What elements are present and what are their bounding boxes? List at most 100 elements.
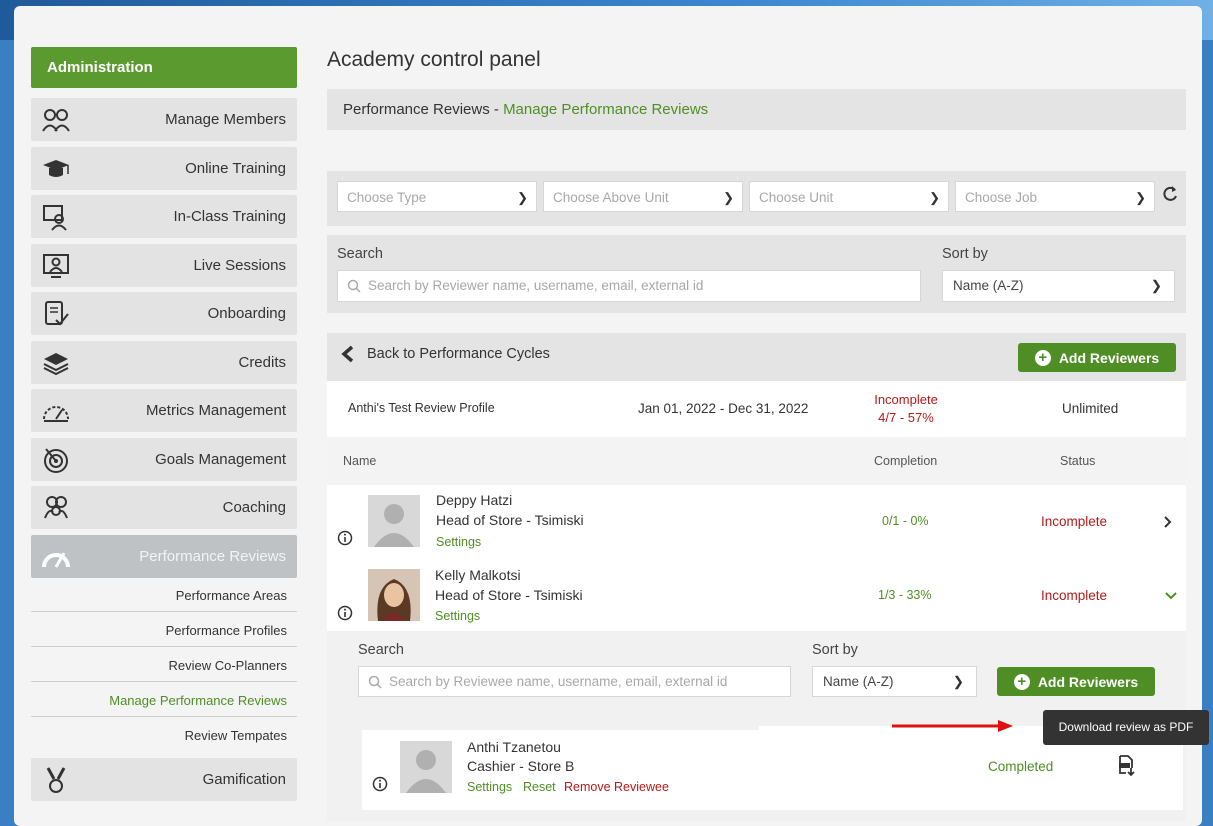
layers-icon: [43, 352, 69, 375]
settings-link[interactable]: Settings: [435, 609, 480, 623]
sidebar-item-label: Manage Members: [165, 111, 286, 128]
add-reviewees-button[interactable]: + Add Reviewers: [997, 667, 1155, 696]
page-title: Academy control panel: [327, 48, 541, 71]
group-icon: [44, 495, 68, 518]
reviewer-role: Head of Store - Tsimiski: [436, 512, 584, 528]
target-icon: [44, 447, 68, 473]
annotation-arrow: [892, 720, 1013, 732]
reviewee-search-placeholder: Search by Reviewee name, username, email…: [389, 674, 728, 689]
sub-item-performance-profiles[interactable]: Performance Profiles: [31, 614, 297, 647]
type-select[interactable]: Choose Type ❯: [337, 181, 537, 212]
table-header: Name Completion Status: [327, 437, 1186, 485]
reviewee-reset-link[interactable]: Reset: [523, 780, 556, 794]
reviewee-remove-link[interactable]: Remove Reviewee: [564, 780, 669, 794]
sidebar-item-label: Live Sessions: [193, 257, 286, 274]
profile-summary-row: Anthi's Test Review Profile Jan 01, 2022…: [327, 381, 1186, 437]
cycle-status: Incomplete: [874, 392, 938, 407]
unit-select[interactable]: Choose Unit ❯: [749, 181, 949, 212]
chevron-down-icon: ❯: [952, 674, 964, 689]
refresh-icon[interactable]: [1161, 185, 1179, 203]
reviewee-settings-link[interactable]: Settings: [467, 780, 512, 794]
table-row[interactable]: Kelly Malkotsi Head of Store - Tsimiski …: [327, 559, 1186, 631]
above-unit-select-placeholder: Choose Above Unit: [553, 190, 669, 205]
reviewer-role: Head of Store - Tsimiski: [435, 587, 583, 603]
cycle-limit: Unlimited: [1062, 401, 1119, 416]
plus-circle-icon: +: [1013, 673, 1030, 690]
reviewee-status: Completed: [988, 759, 1054, 774]
info-icon[interactable]: [337, 530, 353, 546]
sidebar-item-online-training[interactable]: Online Training: [31, 147, 297, 190]
sidebar-item-label: Credits: [238, 354, 286, 371]
reviewee-search-input[interactable]: Search by Reviewee name, username, email…: [358, 666, 791, 697]
add-reviewees-label: Add Reviewers: [1037, 673, 1139, 690]
sub-item-performance-areas[interactable]: Performance Areas: [31, 579, 297, 612]
sidebar-item-label: Goals Management: [155, 451, 286, 468]
chevron-down-icon[interactable]: [1164, 591, 1178, 601]
sidebar-item-goals-management[interactable]: Goals Management: [31, 438, 297, 481]
column-completion: Completion: [874, 454, 938, 468]
column-name: Name: [343, 454, 377, 468]
chevron-down-icon: ❯: [1150, 278, 1162, 293]
avatar: [368, 495, 420, 547]
members-icon: [42, 108, 70, 132]
sidebar-header: Administration: [31, 47, 297, 88]
breadcrumb-prefix: Performance Reviews -: [343, 101, 504, 118]
reviewee-name: Anthi Tzanetou: [467, 739, 561, 755]
download-pdf-tooltip: Download review as PDF: [1043, 710, 1209, 745]
info-icon[interactable]: [337, 605, 353, 621]
sidebar-item-label: In-Class Training: [173, 208, 286, 225]
sidebar-item-live-sessions[interactable]: Live Sessions: [31, 244, 297, 287]
chevron-down-icon: ❯: [1135, 190, 1146, 205]
sort-select[interactable]: Name (A-Z) ❯: [942, 270, 1175, 302]
sidebar-item-coaching[interactable]: Coaching: [31, 486, 297, 529]
reviewer-search-panel: Search Search by Reviewer name, username…: [327, 235, 1186, 313]
add-reviewers-button[interactable]: + Add Reviewers: [1018, 343, 1176, 372]
reviewer-search-input[interactable]: Search by Reviewer name, username, email…: [337, 270, 921, 302]
sidebar-item-credits[interactable]: Credits: [31, 341, 297, 384]
sidebar-item-onboarding[interactable]: Onboarding: [31, 292, 297, 335]
sidebar-item-label: Performance Reviews: [139, 548, 286, 565]
sidebar-item-manage-members[interactable]: Manage Members: [31, 98, 297, 141]
chevron-down-icon: ❯: [723, 190, 734, 205]
back-label: Back to Performance Cycles: [367, 346, 550, 362]
reviewee-role: Cashier - Store B: [467, 758, 575, 774]
search-icon: [347, 279, 361, 293]
avatar-photo: [368, 569, 420, 621]
breadcrumb-link[interactable]: Manage Performance Reviews: [503, 101, 708, 118]
sort-label: Sort by: [942, 246, 988, 262]
sub-item-manage-performance-reviews[interactable]: Manage Performance Reviews: [31, 684, 297, 717]
reviewee-sort-label: Sort by: [812, 642, 858, 658]
sidebar-item-label: Metrics Management: [145, 402, 286, 419]
sidebar-item-gamification[interactable]: Gamification: [31, 758, 297, 801]
info-icon[interactable]: [372, 776, 388, 792]
sidebar-item-label: Gamification: [202, 771, 286, 788]
checklist-icon: [45, 300, 69, 325]
sidebar-item-metrics-management[interactable]: Metrics Management: [31, 389, 297, 432]
chevron-down-icon: ❯: [517, 190, 528, 205]
table-row[interactable]: Deppy Hatzi Head of Store - Tsimiski Set…: [327, 485, 1186, 560]
cycle-progress: 4/7 - 57%: [878, 410, 934, 425]
reviewee-sort-select[interactable]: Name (A-Z) ❯: [812, 666, 977, 697]
reviewee-sort-value: Name (A-Z): [823, 674, 894, 689]
settings-link[interactable]: Settings: [436, 535, 481, 549]
reviewer-completion: 1/3 - 33%: [878, 588, 932, 602]
sidebar-item-in-class-training[interactable]: In-Class Training: [31, 195, 297, 238]
job-select-placeholder: Choose Job: [965, 190, 1038, 205]
reviewer-search-placeholder: Search by Reviewer name, username, email…: [368, 278, 704, 293]
sub-item-review-templates[interactable]: Review Tempates: [31, 719, 297, 752]
search-label: Search: [337, 246, 383, 262]
job-select[interactable]: Choose Job ❯: [955, 181, 1155, 212]
sidebar-item-performance-reviews[interactable]: Performance Reviews: [31, 535, 297, 578]
sub-item-review-co-planners[interactable]: Review Co-Planners: [31, 649, 297, 682]
above-unit-select[interactable]: Choose Above Unit ❯: [543, 181, 743, 212]
download-pdf-icon[interactable]: [1116, 754, 1136, 776]
back-to-cycles-link[interactable]: Back to Performance Cycles: [341, 345, 550, 363]
gauge-icon: [43, 405, 69, 422]
avatar: [400, 741, 452, 793]
breadcrumb: Performance Reviews - Manage Performance…: [327, 89, 1186, 130]
reviewee-search-label: Search: [358, 642, 404, 658]
type-select-placeholder: Choose Type: [347, 190, 427, 205]
chevron-right-icon[interactable]: [1163, 515, 1173, 529]
reviewer-status: Incomplete: [1041, 514, 1108, 529]
sidebar-item-label: Coaching: [222, 499, 286, 516]
